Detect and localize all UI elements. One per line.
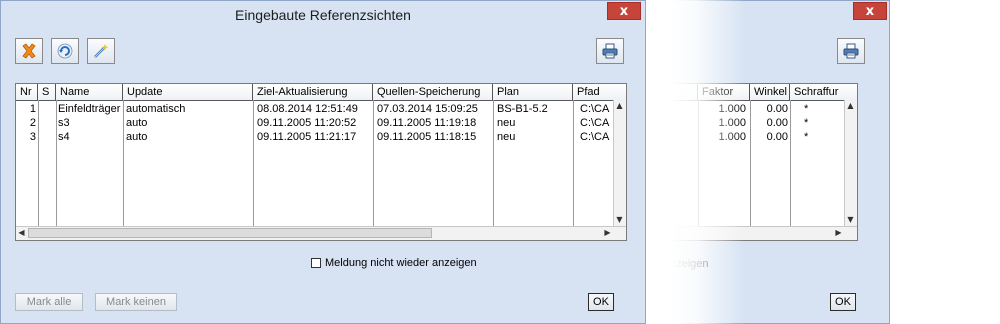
cell-name: Einfeldträger <box>58 103 121 115</box>
scroll-up-icon[interactable]: ▲ <box>614 100 625 112</box>
cell-ziel: 09.11.2005 11:20:52 <box>257 117 357 129</box>
dialog-title: Eingebaute Referenzsichten <box>235 7 411 23</box>
cell-nr: 1 <box>29 103 36 115</box>
cell-winkel: 0.00 <box>766 103 788 115</box>
vertical-scrollbar[interactable]: ▲ ▼ <box>613 100 626 226</box>
column-header-update[interactable]: Update <box>123 84 253 100</box>
cell-s <box>40 116 55 130</box>
dont-show-again-option[interactable]: Meldung nicht wieder anzeigen <box>311 257 477 269</box>
dont-show-again-label: Meldung nicht wieder anzeigen <box>325 257 477 269</box>
wizard-button[interactable] <box>87 38 115 64</box>
delete-x-icon <box>22 43 36 59</box>
close-button[interactable]: x <box>853 2 887 20</box>
table-header: Nr S Name Update Ziel-Aktualisierung Que… <box>16 84 626 101</box>
column-header-faktor[interactable]: Faktor <box>698 84 750 100</box>
refresh-button[interactable] <box>51 38 79 64</box>
scroll-down-icon[interactable]: ▼ <box>845 214 856 226</box>
table-row[interactable]: 3 s4 auto 09.11.2005 11:21:17 09.11.2005… <box>16 130 626 144</box>
ok-button[interactable]: OK <box>588 293 614 311</box>
main-dialog-window: Eingebaute Referenzsichten x Nr S Name U… <box>0 0 646 324</box>
mark-none-button[interactable]: Mark keinen <box>95 293 177 311</box>
close-button[interactable]: x <box>607 2 641 20</box>
cell-s <box>40 102 55 116</box>
mark-all-button[interactable]: Mark alle <box>15 293 83 311</box>
cell-name: s3 <box>58 117 70 129</box>
print-button[interactable] <box>837 38 865 64</box>
column-header-ziel-aktualisierung[interactable]: Ziel-Aktualisierung <box>253 84 373 100</box>
column-header-schraffur[interactable]: Schraffur <box>790 84 857 100</box>
cell-schraffur: * <box>804 103 809 115</box>
cell-plan: neu <box>497 131 516 143</box>
cell-winkel: 0.00 <box>766 117 788 129</box>
column-header-name[interactable]: Name <box>56 84 123 100</box>
column-header-quellen-speicherung[interactable]: Quellen-Speicherung <box>373 84 493 100</box>
cell-ziel: 09.11.2005 11:21:17 <box>257 131 357 143</box>
cell-update: auto <box>126 117 148 129</box>
ok-button[interactable]: OK <box>830 293 856 311</box>
cell-plan: neu <box>497 117 516 129</box>
cell-name: s4 <box>58 131 70 143</box>
cell-faktor: 1.000 <box>718 103 746 115</box>
column-header-plan[interactable]: Plan <box>493 84 573 100</box>
cell-schraffur: * <box>804 131 809 143</box>
column-header-partial <box>670 84 698 100</box>
reference-views-table-right[interactable]: Faktor Winkel Schraffur 1.000 0.00 * 1.0… <box>670 83 858 241</box>
refresh-icon <box>57 43 73 59</box>
magic-wand-icon <box>94 44 109 58</box>
dont-show-again-checkbox[interactable] <box>311 258 321 268</box>
cell-nr: 2 <box>29 117 36 129</box>
cell-ziel: 08.08.2014 12:51:49 <box>257 103 358 115</box>
title-bar[interactable]: Eingebaute Referenzsichten x <box>1 1 645 31</box>
column-header-nr[interactable]: Nr <box>16 84 38 100</box>
cell-schraffur: * <box>804 117 809 129</box>
delete-button[interactable] <box>15 38 43 64</box>
column-header-pfad[interactable]: Pfad <box>573 84 626 100</box>
table-row[interactable]: 1.000 0.00 * <box>670 116 857 130</box>
cell-faktor: 1.000 <box>718 131 746 143</box>
cell-quelle: 09.11.2005 11:18:15 <box>377 131 477 143</box>
table-header: Faktor Winkel Schraffur <box>670 84 857 101</box>
cell-quelle: 07.03.2014 15:09:25 <box>377 103 478 115</box>
scroll-right-icon[interactable]: ▶ <box>602 227 613 239</box>
reference-views-table[interactable]: Nr S Name Update Ziel-Aktualisierung Que… <box>15 83 627 241</box>
cell-pfad: C:\CA <box>580 117 610 129</box>
table-row[interactable]: 1.000 0.00 * <box>670 102 857 116</box>
horizontal-scroll-thumb[interactable] <box>28 228 432 238</box>
dont-show-again-label-partial: nzeigen <box>670 258 709 270</box>
cell-quelle: 09.11.2005 11:19:18 <box>377 117 477 129</box>
cell-s <box>40 130 55 144</box>
scroll-right-icon[interactable]: ▶ <box>833 227 844 239</box>
secondary-dialog-window: x Faktor Winkel Schraffur 1.000 0.00 * 1… <box>670 0 890 324</box>
cell-pfad: C:\CA <box>580 131 610 143</box>
printer-icon <box>602 43 618 59</box>
printer-icon <box>843 43 859 59</box>
column-header-s[interactable]: S <box>38 84 56 100</box>
cell-pfad: C:\CA <box>580 103 610 115</box>
table-row[interactable]: 2 s3 auto 09.11.2005 11:20:52 09.11.2005… <box>16 116 626 130</box>
scroll-left-icon[interactable]: ◀ <box>16 227 27 239</box>
column-header-winkel[interactable]: Winkel <box>750 84 790 100</box>
cell-faktor: 1.000 <box>718 117 746 129</box>
cell-update: automatisch <box>126 103 186 115</box>
scroll-down-icon[interactable]: ▼ <box>614 214 625 226</box>
cell-plan: BS-B1-5.2 <box>497 103 548 115</box>
print-button[interactable] <box>596 38 624 64</box>
table-row[interactable]: 1.000 0.00 * <box>670 130 857 144</box>
table-row[interactable]: 1 Einfeldträger automatisch 08.08.2014 1… <box>16 102 626 116</box>
vertical-scrollbar[interactable]: ▲ ▼ <box>844 100 857 226</box>
cell-winkel: 0.00 <box>766 131 788 143</box>
scroll-up-icon[interactable]: ▲ <box>845 100 856 112</box>
cell-nr: 3 <box>29 131 36 143</box>
horizontal-scrollbar[interactable]: ◀ ▶ <box>16 226 626 240</box>
cell-update: auto <box>126 131 148 143</box>
horizontal-scrollbar[interactable]: ▶ <box>670 226 857 240</box>
